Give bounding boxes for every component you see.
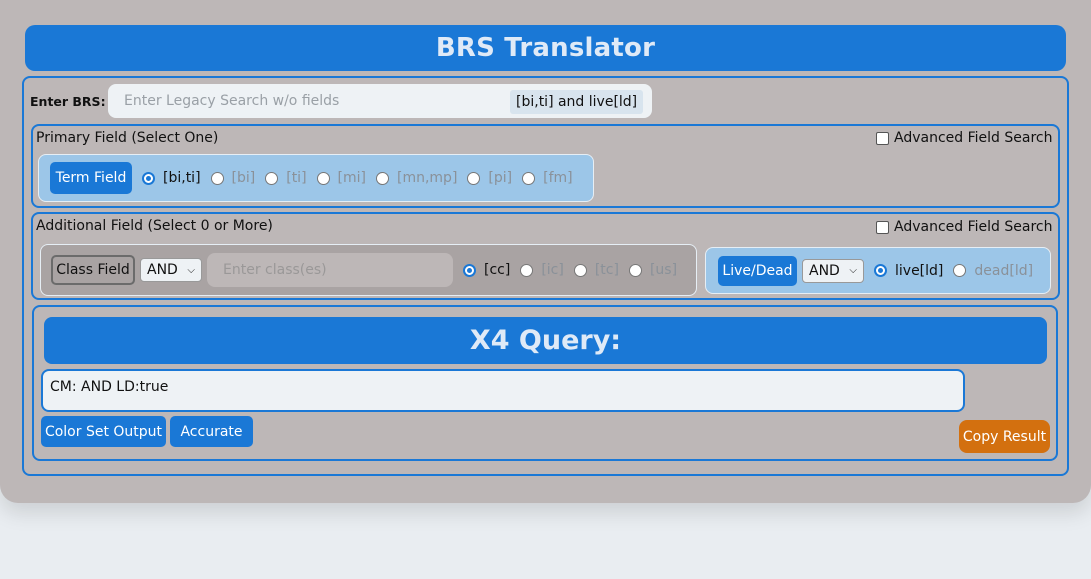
radio-label: [us] (649, 262, 678, 278)
class-field-button[interactable]: Class Field (51, 255, 135, 285)
radio-option[interactable]: [pi] (467, 170, 512, 186)
term-field-button[interactable]: Term Field (50, 162, 132, 194)
radio-button[interactable] (463, 263, 476, 277)
brs-row: Enter BRS: Enter Legacy Search w/o field… (30, 84, 652, 118)
radio-button[interactable] (522, 171, 536, 185)
radio-option[interactable]: [cc] (463, 262, 510, 278)
radio-button[interactable] (874, 264, 887, 277)
chevron-down-icon: ⌵ (849, 265, 857, 276)
copy-result-button[interactable]: Copy Result (959, 420, 1050, 453)
primary-options-box: Term Field [bi,ti] [bi] [ti] [mi] [mn,mp] [pi… (38, 154, 594, 202)
primary-advanced-label: Advanced Field Search (894, 130, 1053, 146)
accurate-button[interactable]: Accurate (170, 416, 253, 447)
class-input-placeholder: Enter class(es) (223, 262, 327, 278)
primary-advanced-checkbox[interactable] (876, 131, 889, 145)
radio-label: [cc] (484, 262, 511, 278)
radio-label: [ti] (286, 170, 307, 186)
brs-label: Enter BRS: (30, 93, 106, 109)
radio-option[interactable]: [bi] (210, 170, 256, 186)
class-options-box: Class Field AND ⌵ Enter class(es) [cc] [i… (40, 244, 697, 296)
query-heading-bar: X4 Query: (44, 317, 1047, 364)
radio-button[interactable] (316, 171, 330, 185)
radio-option[interactable]: [ic] (520, 262, 564, 278)
radio-button[interactable] (520, 263, 534, 277)
radio-button[interactable] (573, 263, 587, 277)
radio-button[interactable] (628, 263, 642, 277)
radio-option[interactable]: [bi,ti] (142, 170, 201, 186)
radio-label: [mn,mp] (397, 170, 458, 186)
radio-button[interactable] (467, 171, 481, 185)
chevron-down-icon: ⌵ (187, 264, 195, 276)
radio-label: [fm] (543, 170, 573, 186)
radio-option[interactable]: dead[ld] (953, 263, 1033, 279)
radio-button[interactable] (142, 171, 155, 185)
radio-option[interactable]: [fm] (522, 170, 573, 186)
page-title: BRS Translator (435, 33, 656, 63)
radio-label: [pi] (488, 170, 513, 186)
additional-advanced-label: Advanced Field Search (894, 219, 1053, 235)
brs-input[interactable]: Enter Legacy Search w/o fields [bi,ti] a… (108, 84, 652, 118)
class-operator-value: AND (147, 262, 178, 278)
radio-option[interactable]: [mi] (316, 170, 366, 186)
title-bar: BRS Translator (25, 25, 1066, 71)
live-dead-box: Live/Dead AND ⌵ live[ld] dead[ld] (705, 247, 1051, 294)
radio-option[interactable]: [mn,mp] (376, 170, 457, 186)
radio-label: [bi,ti] (163, 170, 201, 186)
live-operator-value: AND (809, 262, 840, 279)
color-set-output-button[interactable]: Color Set Output (41, 416, 166, 447)
class-input[interactable]: Enter class(es) (207, 253, 453, 287)
query-result-field[interactable]: CM: AND LD:true (41, 369, 965, 412)
brs-placeholder: Enter Legacy Search w/o fields (124, 93, 340, 109)
primary-field-title: Primary Field (Select One) (36, 130, 219, 146)
primary-radio-group: [bi,ti] [bi] [ti] [mi] [mn,mp] [pi] [fm] (132, 170, 573, 186)
class-radio-group: [cc] [ic] [tc] [us] (453, 262, 677, 278)
radio-button[interactable] (953, 264, 967, 277)
radio-option[interactable]: live[ld] (874, 263, 943, 279)
radio-label: live[ld] (895, 262, 944, 279)
additional-advanced-search[interactable]: Advanced Field Search (876, 219, 1052, 235)
live-dead-button[interactable]: Live/Dead (718, 255, 797, 286)
radio-option[interactable]: [tc] (573, 262, 619, 278)
radio-button[interactable] (210, 171, 224, 185)
app-window: BRS Translator Enter BRS: Enter Legacy S… (0, 0, 1091, 503)
radio-option[interactable]: [ti] (265, 170, 307, 186)
primary-advanced-search[interactable]: Advanced Field Search (876, 130, 1052, 146)
radio-option[interactable]: [us] (628, 262, 678, 278)
brs-value-chip: [bi,ti] and live[ld] (510, 90, 644, 114)
query-heading: X4 Query: (469, 325, 622, 356)
radio-button[interactable] (376, 171, 389, 185)
radio-label: [mi] (337, 170, 366, 186)
live-radio-group: live[ld] dead[ld] (864, 263, 1033, 279)
class-operator-select[interactable]: AND ⌵ (140, 258, 202, 282)
additional-field-title: Additional Field (Select 0 or More) (36, 218, 273, 234)
live-operator-select[interactable]: AND ⌵ (802, 258, 864, 283)
radio-label: dead[ld] (974, 262, 1034, 279)
radio-label: [tc] (594, 262, 619, 278)
additional-advanced-checkbox[interactable] (876, 220, 889, 234)
radio-label: [ic] (541, 262, 564, 278)
radio-button[interactable] (265, 171, 279, 185)
radio-label: [bi] (231, 170, 256, 186)
